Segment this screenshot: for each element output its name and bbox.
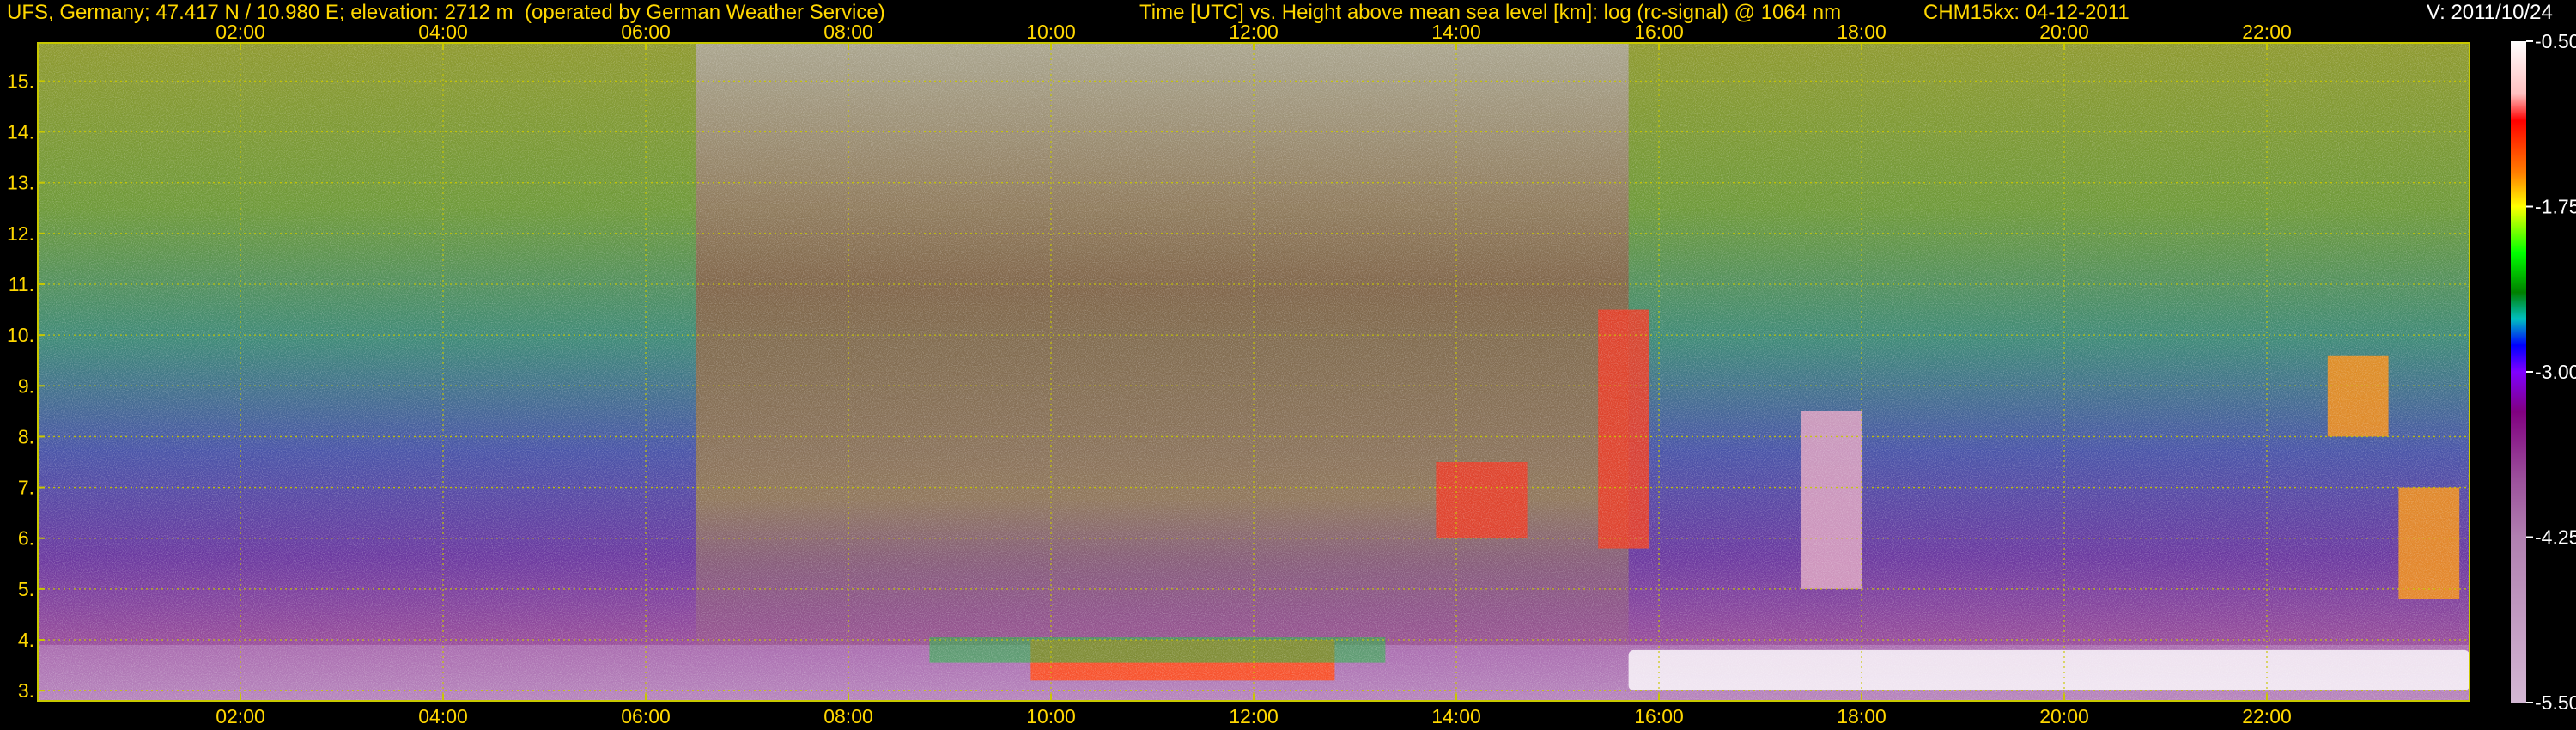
- x-tick-label-top-4: 10:00: [1026, 21, 1076, 43]
- x-tick-label-top-6: 14:00: [1431, 21, 1481, 43]
- y-tick-label-8: 11.: [9, 273, 34, 295]
- y-tick-label-9: 12.: [7, 222, 34, 245]
- x-tick-label-top-10: 22:00: [2242, 21, 2292, 43]
- lidar-backscatter-chart: 02:00 02:00 04:00 04:00 06:00 06:00 08:00 08:00…: [7, 21, 2576, 727]
- x-tick-label-top-5: 12:00: [1229, 21, 1279, 43]
- y-tick-label-1: 4.: [18, 629, 34, 651]
- x-tick-label-bottom-0: 02:00: [216, 705, 265, 727]
- y-tick-label-5: 8.: [18, 425, 34, 447]
- x-tick-label-bottom-4: 10:00: [1026, 705, 1076, 727]
- colorbar-tick-label-4: -5.50: [2535, 691, 2576, 714]
- x-tick-label-bottom-7: 16:00: [1634, 705, 1684, 727]
- x-tick-label-bottom-8: 18:00: [1837, 705, 1886, 727]
- y-tick-label-10: 13.: [7, 172, 34, 194]
- y-tick-label-4: 7.: [18, 477, 34, 499]
- y-tick-label-6: 9.: [18, 374, 34, 397]
- x-tick-label-bottom-1: 04:00: [418, 705, 468, 727]
- y-tick-label-2: 5.: [18, 578, 34, 600]
- colorbar-scale: [2511, 41, 2526, 703]
- y-tick-label-0: 3.: [18, 679, 34, 702]
- x-tick-label-top-8: 18:00: [1837, 21, 1886, 43]
- x-tick-label-bottom-3: 08:00: [823, 705, 873, 727]
- x-tick-label-bottom-6: 14:00: [1431, 705, 1481, 727]
- y-tick-label-11: 14.: [7, 121, 34, 143]
- y-tick-label-7: 10.: [7, 324, 34, 346]
- y-tick-label-3: 6.: [18, 527, 34, 550]
- x-tick-label-top-1: 04:00: [418, 21, 468, 43]
- x-tick-label-top-2: 06:00: [621, 21, 671, 43]
- x-tick-label-bottom-10: 22:00: [2242, 705, 2292, 727]
- x-tick-label-top-0: 02:00: [216, 21, 265, 43]
- colorbar-tick-label-0: -0.50: [2535, 30, 2576, 52]
- x-tick-label-bottom-9: 20:00: [2039, 705, 2089, 727]
- colorbar: -0.50 -1.75 -3.00 -4.25 -5.50: [2511, 30, 2576, 714]
- x-tick-label-top-9: 20:00: [2039, 21, 2089, 43]
- colorbar-tick-label-2: -3.00: [2535, 361, 2576, 383]
- y-tick-label-12: 15.: [7, 70, 34, 92]
- x-tick-label-top-3: 08:00: [823, 21, 873, 43]
- colorbar-tick-label-1: -1.75: [2535, 196, 2576, 218]
- colorbar-tick-label-3: -4.25: [2535, 526, 2576, 549]
- x-tick-label-bottom-5: 12:00: [1229, 705, 1279, 727]
- x-tick-label-bottom-2: 06:00: [621, 705, 671, 727]
- x-tick-label-top-7: 16:00: [1634, 21, 1684, 43]
